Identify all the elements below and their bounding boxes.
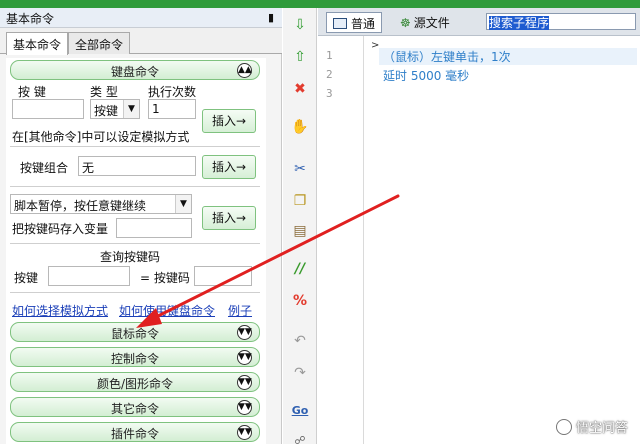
script-editor[interactable]: > （鼠标）左键单击，1次 延时 5000 毫秒 (365, 36, 640, 444)
query-key-label: 按键 (14, 271, 39, 285)
line-number: 2 (326, 68, 333, 81)
insert-key-button[interactable]: 插入→ (202, 109, 256, 133)
type-column-label: 类 型 (90, 85, 118, 99)
times-column-label: 执行次数 (148, 85, 197, 99)
uncomment-icon[interactable]: % (291, 292, 309, 310)
pause-option: 脚本暂停，按任意键继续 (14, 199, 147, 213)
keyboard-group-label: 键盘命令 (110, 65, 159, 79)
redo-icon[interactable]: ↷ (291, 364, 309, 382)
plugin-group-label: 插件命令 (110, 427, 159, 441)
normal-view-icon (333, 18, 347, 29)
search-text: 搜索子程序 (489, 16, 550, 30)
key-input[interactable] (12, 99, 84, 119)
delete-icon[interactable]: ✖ (291, 80, 309, 98)
tab-basic-commands[interactable]: 基本命令 (6, 32, 69, 55)
cut-icon[interactable]: ✂ (291, 160, 309, 178)
insert-combo-button[interactable]: 插入→ (202, 155, 256, 179)
subroutine-search-input[interactable]: 搜索子程序 (486, 13, 636, 30)
chevron-down-icon[interactable]: ▼▼ (237, 350, 252, 365)
tab-normal-label: 普通 (351, 17, 376, 31)
times-input[interactable]: 1 (148, 99, 196, 119)
save-var-label: 把按键码存入变量 (12, 222, 109, 236)
key-column-label: 按 键 (18, 85, 46, 99)
watermark: 悟空问答 (555, 417, 628, 436)
color-group-label: 颜色/图形命令 (96, 377, 174, 391)
arrow-down-icon[interactable]: ⇩ (291, 16, 309, 34)
divider (10, 186, 260, 187)
query-code-label: = 按键码 (140, 271, 190, 285)
divider (10, 243, 260, 244)
chevron-down-icon[interactable]: ▼▼ (237, 425, 252, 440)
paste-icon[interactable]: ▤ (291, 222, 309, 240)
chevron-up-icon[interactable]: ▲▲ (237, 63, 252, 78)
insert-pause-button[interactable]: 插入→ (202, 206, 256, 230)
line-number: 1 (326, 49, 333, 62)
undo-icon[interactable]: ↶ (291, 332, 309, 350)
code-line[interactable]: （鼠标）左键单击，1次 (379, 48, 637, 65)
simulate-hint: 在[其他命令]中可以设定模拟方式 (12, 130, 190, 144)
chevron-down-icon[interactable]: ▼▼ (237, 400, 252, 415)
key-type-value: 按键 (94, 104, 119, 118)
pin-icon[interactable]: ▮ (268, 11, 274, 24)
source-file-icon: ☸ (400, 16, 411, 30)
hand-icon[interactable]: ✋ (291, 118, 309, 136)
link-how-select-mode[interactable]: 如何选择模拟方式 (12, 302, 108, 319)
watermark-logo-icon (555, 419, 572, 435)
divider (10, 146, 260, 147)
chevron-down-icon: ▼ (123, 100, 139, 118)
link-example[interactable]: 例子 (228, 302, 252, 319)
command-panel: 基本命令 ▮ 基本命令 全部命令 键盘命令 ▲▲ 按 键 类 型 执行次数 按键… (0, 8, 282, 444)
plugin-group-header[interactable]: 插件命令 ▼▼ (10, 422, 260, 442)
arrow-up-icon[interactable]: ⇧ (291, 48, 309, 66)
command-tabs: 基本命令 全部命令 (0, 28, 282, 55)
control-group-label: 控制命令 (110, 352, 159, 366)
key-type-select[interactable]: 按键 ▼ (90, 99, 140, 119)
mouse-group-header[interactable]: 鼠标命令 ▼▼ (10, 322, 260, 342)
copy-icon[interactable]: ❐ (291, 192, 309, 210)
line-number: 3 (326, 87, 333, 100)
query-key-input[interactable] (48, 266, 130, 286)
goto-icon[interactable]: Go (291, 402, 309, 420)
control-group-header[interactable]: 控制命令 ▼▼ (10, 347, 260, 367)
find-icon[interactable]: ☍ (291, 432, 309, 444)
chevron-down-icon[interactable]: ▼▼ (237, 375, 252, 390)
save-var-input[interactable] (116, 218, 192, 238)
panel-title-bar: 基本命令 ▮ (0, 8, 282, 28)
link-how-use-keyboard[interactable]: 如何使用键盘命令 (119, 302, 215, 319)
chevron-down-icon[interactable]: ▼▼ (237, 325, 252, 340)
top-strip (0, 0, 640, 8)
other-group-label: 其它命令 (110, 402, 159, 416)
combo-input[interactable]: 无 (78, 156, 196, 176)
watermark-text: 悟空问答 (575, 421, 628, 436)
mouse-group-label: 鼠标命令 (110, 327, 159, 341)
query-title: 查询按键码 (100, 250, 161, 264)
divider (10, 292, 260, 293)
combo-label: 按键组合 (20, 161, 69, 175)
color-group-header[interactable]: 颜色/图形命令 ▼▼ (10, 372, 260, 392)
query-code-input[interactable] (194, 266, 252, 286)
comment-icon[interactable]: // (291, 260, 309, 278)
line-gutter: 1 2 3 (318, 36, 364, 444)
keyboard-group-header[interactable]: 键盘命令 ▲▲ (10, 60, 260, 80)
other-group-header[interactable]: 其它命令 ▼▼ (10, 397, 260, 417)
code-line[interactable]: 延时 5000 毫秒 (383, 67, 469, 84)
pause-select[interactable]: 脚本暂停，按任意键继续 ▼ (10, 194, 192, 214)
vertical-toolbar: ⇩ ⇧ ✖ ✋ ✂ ❐ ▤ // % ↶ ↷ Go ☍ (283, 8, 317, 444)
tab-normal[interactable]: 普通 (326, 12, 383, 33)
panel-title: 基本命令 (6, 12, 55, 26)
tab-all-commands[interactable]: 全部命令 (68, 32, 131, 54)
tab-source-label: 源文件 (413, 16, 450, 30)
command-content: 键盘命令 ▲▲ 按 键 类 型 执行次数 按键 ▼ 1 插入→ 在[其他命令]中… (6, 58, 266, 444)
chevron-down-icon: ▼ (175, 195, 191, 213)
tab-source[interactable]: ☸ 源文件 (394, 12, 456, 33)
